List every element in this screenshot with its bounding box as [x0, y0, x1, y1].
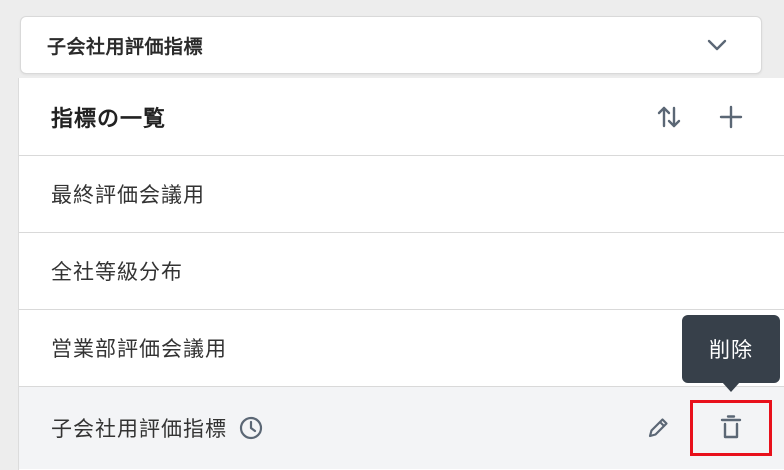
indicator-set-dropdown[interactable]: 子会社用評価指標	[20, 16, 762, 74]
add-indicator-button[interactable]	[716, 102, 746, 132]
row-actions	[638, 387, 784, 469]
tooltip-text: 削除	[709, 338, 753, 362]
panel-title: 指標の一覧	[51, 106, 167, 132]
trash-icon	[720, 415, 742, 439]
pencil-icon	[648, 418, 668, 438]
list-item[interactable]: 最終評価会議用	[19, 156, 784, 233]
list-item-label: 全社等級分布	[51, 260, 183, 284]
list-item[interactable]: 全社等級分布	[19, 233, 784, 310]
plus-icon	[719, 105, 743, 128]
dropdown-selected-value: 子会社用評価指標	[47, 35, 204, 58]
sort-arrows-icon	[657, 106, 681, 127]
list-item-selected[interactable]: 子会社用評価指標	[19, 387, 784, 469]
header-actions	[654, 102, 746, 132]
list-item-label: 営業部評価会議用	[51, 337, 227, 361]
delete-button[interactable]	[690, 400, 772, 456]
list-item-label: 最終評価会議用	[51, 183, 205, 207]
chevron-down-icon	[705, 33, 729, 57]
sort-button[interactable]	[654, 102, 684, 132]
list-item-left: 子会社用評価指標	[51, 413, 263, 443]
delete-tooltip: 削除	[682, 315, 780, 392]
list-item-label: 子会社用評価指標	[51, 417, 227, 441]
app-frame: 子会社用評価指標 指標の一覧 最終評価会議用 全社等級分布 営業部評価会議用 子…	[0, 0, 784, 470]
panel-header: 指標の一覧	[19, 78, 784, 156]
edit-button[interactable]	[638, 408, 678, 448]
list-item[interactable]: 営業部評価会議用	[19, 310, 784, 387]
clock-icon	[239, 416, 263, 440]
indicator-list-panel: 指標の一覧 最終評価会議用 全社等級分布 営業部評価会議用 子会社用評価指標	[18, 78, 784, 470]
